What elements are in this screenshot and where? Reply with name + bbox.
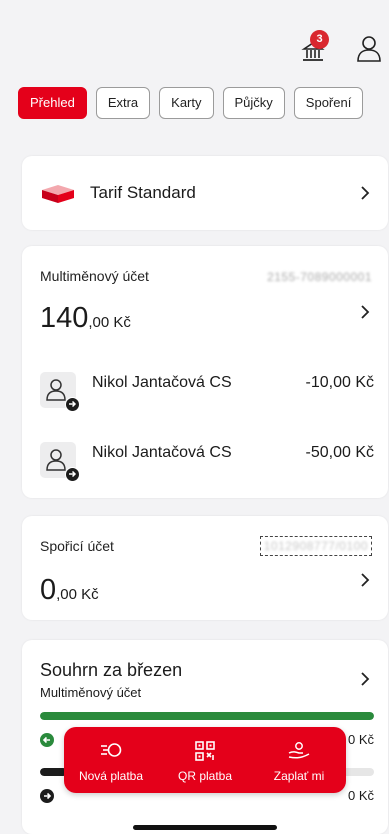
account-number: 2155-7089000001 <box>267 270 372 284</box>
tarif-name: Tarif Standard <box>90 183 196 202</box>
account-label: Multiměnový účet <box>40 268 149 284</box>
tab-pujcky[interactable]: Půjčky <box>222 87 285 119</box>
tarif-logo-icon <box>42 185 74 203</box>
transaction-avatar <box>40 372 80 412</box>
transaction-row[interactable]: Nikol Jantačová CS -50,00 Kč <box>40 440 374 482</box>
arrow-out-icon <box>40 789 54 803</box>
arrow-out-icon <box>65 397 80 412</box>
transaction-name: Nikol Jantačová CS <box>92 444 232 461</box>
section-tabs: Přehled Extra Karty Půjčky Spoření <box>18 87 364 119</box>
account-label: Spořicí účet <box>40 538 114 554</box>
transaction-amount: -10,00 Kč <box>305 374 374 391</box>
transaction-avatar <box>40 442 80 482</box>
summary-subtitle: Multiměnový účet <box>40 685 142 700</box>
request-payment-label: Zaplať mi <box>273 769 325 783</box>
transaction-name: Nikol Jantačová CS <box>92 374 232 391</box>
profile-button[interactable] <box>356 34 384 68</box>
balance-integer: 140 <box>40 302 89 334</box>
balance-integer: 0 <box>40 574 57 606</box>
request-payment-icon <box>288 742 310 759</box>
chevron-right-icon <box>361 672 370 686</box>
notification-badge: 3 <box>310 30 329 49</box>
tab-karty[interactable]: Karty <box>159 87 214 119</box>
tab-sporeni[interactable]: Spoření <box>293 87 364 119</box>
income-bar-fill <box>40 712 374 720</box>
user-icon <box>357 36 381 62</box>
tab-prehled[interactable]: Přehled <box>18 87 87 119</box>
tab-extra[interactable]: Extra <box>95 87 151 119</box>
multicurrency-account-card[interactable]: Multiměnový účet 2155-7089000001 140,00 … <box>22 246 388 498</box>
expense-bar-fill <box>40 768 67 776</box>
savings-account-card[interactable]: Spořicí účet 1012908777/0100 0,00 Kč <box>22 516 388 620</box>
new-payment-icon <box>101 743 122 757</box>
arrow-in-icon <box>40 733 54 747</box>
bank-notifications-button[interactable]: 3 <box>297 30 331 68</box>
account-number: 1012908777/0100 <box>259 536 372 556</box>
account-balance: 140,00 Kč <box>40 302 131 335</box>
chevron-right-icon <box>361 186 370 200</box>
transaction-amount: -50,00 Kč <box>305 444 374 461</box>
chevron-right-icon <box>361 573 370 587</box>
qr-payment-label: QR platba <box>177 769 233 783</box>
account-balance: 0,00 Kč <box>40 574 99 607</box>
balance-decimal: ,00 Kč <box>56 586 99 603</box>
arrow-out-icon <box>65 467 80 482</box>
quick-actions-bar: Nová platba QR platba Zaplať mi <box>64 727 346 793</box>
income-amount: 0 Kč <box>347 732 374 747</box>
tarif-card[interactable]: Tarif Standard <box>22 156 388 230</box>
chevron-right-icon <box>361 305 370 319</box>
qr-code-icon <box>195 741 215 761</box>
transaction-row[interactable]: Nikol Jantačová CS -10,00 Kč <box>40 370 374 412</box>
new-payment-label: Nová platba <box>78 769 144 783</box>
new-payment-button[interactable]: Nová platba <box>64 727 158 793</box>
expense-amount: 0 Kč <box>347 788 374 803</box>
top-bar: 3 <box>0 0 389 80</box>
qr-payment-button[interactable]: QR platba <box>158 727 252 793</box>
balance-decimal: ,00 Kč <box>88 314 131 331</box>
home-indicator[interactable] <box>133 825 277 830</box>
account-number-text: 1012908777/0100 <box>263 539 368 553</box>
summary-title: Souhrn za březen <box>40 660 183 680</box>
income-bar <box>40 712 374 720</box>
request-payment-button[interactable]: Zaplať mi <box>252 727 346 793</box>
